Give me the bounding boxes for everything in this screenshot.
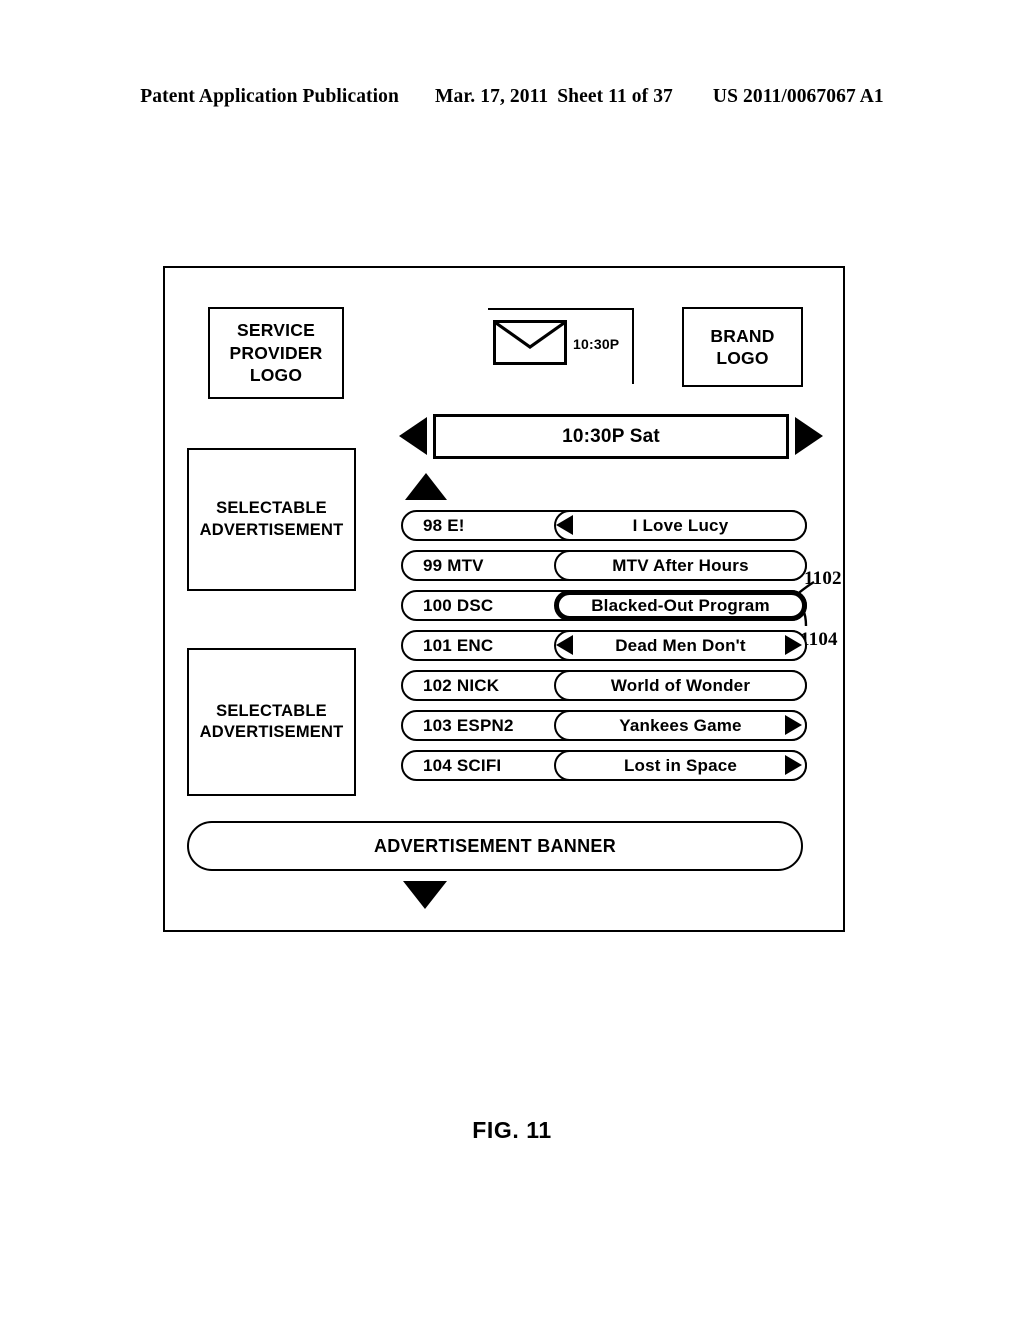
triangle-down-icon[interactable] — [403, 881, 447, 909]
program-pill[interactable]: I Love Lucy — [554, 510, 807, 541]
brand-logo: BRAND LOGO — [682, 307, 803, 387]
table-row[interactable]: 99 MTV MTV After Hours — [401, 550, 807, 581]
mail-indicator-time: 10:30P — [573, 336, 620, 352]
publication-title: Patent Application Publication — [140, 86, 399, 107]
publication-date-sheet: Mar. 17, 2011 Sheet 11 of 37 — [435, 86, 673, 108]
channel-label: 99 MTV — [423, 555, 484, 575]
service-provider-logo: SERVICE PROVIDER LOGO — [208, 307, 344, 399]
channel-label: 102 NICK — [423, 675, 500, 695]
program-pill[interactable]: Lost in Space — [554, 750, 807, 781]
channel-program-grid: 98 E! I Love Lucy 99 MTV MTV After Hours… — [401, 510, 807, 790]
table-row[interactable]: 102 NICK World of Wonder — [401, 670, 807, 701]
envelope-icon — [493, 320, 567, 365]
triangle-left-icon[interactable] — [556, 515, 573, 535]
program-label: MTV After Hours — [612, 555, 749, 575]
time-display[interactable]: 10:30P Sat — [433, 414, 789, 459]
channel-label: 101 ENC — [423, 635, 494, 655]
channel-label: 104 SCIFI — [423, 755, 502, 775]
reference-numeral-1102: 1102 — [804, 568, 842, 589]
table-row[interactable]: 100 DSC Blacked-Out Program — [401, 590, 807, 621]
channel-label: 100 DSC — [423, 595, 494, 615]
triangle-right-icon[interactable] — [785, 755, 802, 775]
selectable-advertisement-1-label: SELECTABLE ADVERTISEMENT — [199, 499, 344, 539]
time-display-label: 10:30P Sat — [562, 425, 660, 447]
triangle-up-icon[interactable] — [405, 473, 447, 500]
program-label: Lost in Space — [623, 755, 738, 775]
program-pill[interactable]: World of Wonder — [554, 670, 807, 701]
table-row[interactable]: 98 E! I Love Lucy — [401, 510, 807, 541]
triangle-left-icon[interactable] — [399, 417, 427, 455]
figure-caption: FIG. 11 — [472, 1117, 552, 1143]
patent-number: US 2011/0067067 A1 — [712, 86, 884, 107]
publication-date: Mar. 17, 2011 — [434, 86, 549, 107]
program-label: Dead Men Don't — [615, 635, 746, 655]
program-label: I Love Lucy — [632, 515, 729, 535]
program-pill[interactable]: MTV After Hours — [554, 550, 807, 581]
tv-guide-screen-frame: SERVICE PROVIDER LOGO 10:30P BRAND LOGO … — [163, 266, 845, 932]
channel-label: 103 ESPN2 — [423, 715, 514, 735]
selectable-advertisement-2[interactable]: SELECTABLE ADVERTISEMENT — [187, 648, 356, 796]
selectable-advertisement-2-label: SELECTABLE ADVERTISEMENT — [199, 701, 344, 741]
advertisement-banner[interactable]: ADVERTISEMENT BANNER — [187, 821, 803, 871]
table-row[interactable]: 104 SCIFI Lost in Space — [401, 750, 807, 781]
table-row[interactable]: 101 ENC Dead Men Don't — [401, 630, 807, 661]
channel-label: 98 E! — [423, 515, 465, 535]
publication-header: Patent Application Publication Mar. 17, … — [0, 86, 1024, 108]
advertisement-banner-label: ADVERTISEMENT BANNER — [373, 835, 616, 856]
program-label: Blacked-Out Program — [591, 595, 770, 615]
table-row[interactable]: 103 ESPN2 Yankees Game — [401, 710, 807, 741]
triangle-right-icon[interactable] — [795, 417, 823, 455]
program-pill-highlighted[interactable]: Blacked-Out Program — [554, 590, 807, 621]
triangle-left-icon[interactable] — [556, 635, 573, 655]
time-navigation-bar: 10:30P Sat — [399, 414, 823, 459]
brand-logo-label: BRAND LOGO — [710, 325, 775, 368]
selectable-advertisement-1[interactable]: SELECTABLE ADVERTISEMENT — [187, 448, 356, 591]
triangle-right-icon[interactable] — [785, 635, 802, 655]
program-pill[interactable]: Yankees Game — [554, 710, 807, 741]
program-label: Yankees Game — [619, 715, 742, 735]
program-label: World of Wonder — [610, 675, 751, 695]
triangle-right-icon[interactable] — [785, 715, 802, 735]
program-pill[interactable]: Dead Men Don't — [554, 630, 807, 661]
sheet-number: Sheet 11 of 37 — [557, 86, 673, 107]
service-provider-logo-label: SERVICE PROVIDER LOGO — [229, 320, 323, 386]
